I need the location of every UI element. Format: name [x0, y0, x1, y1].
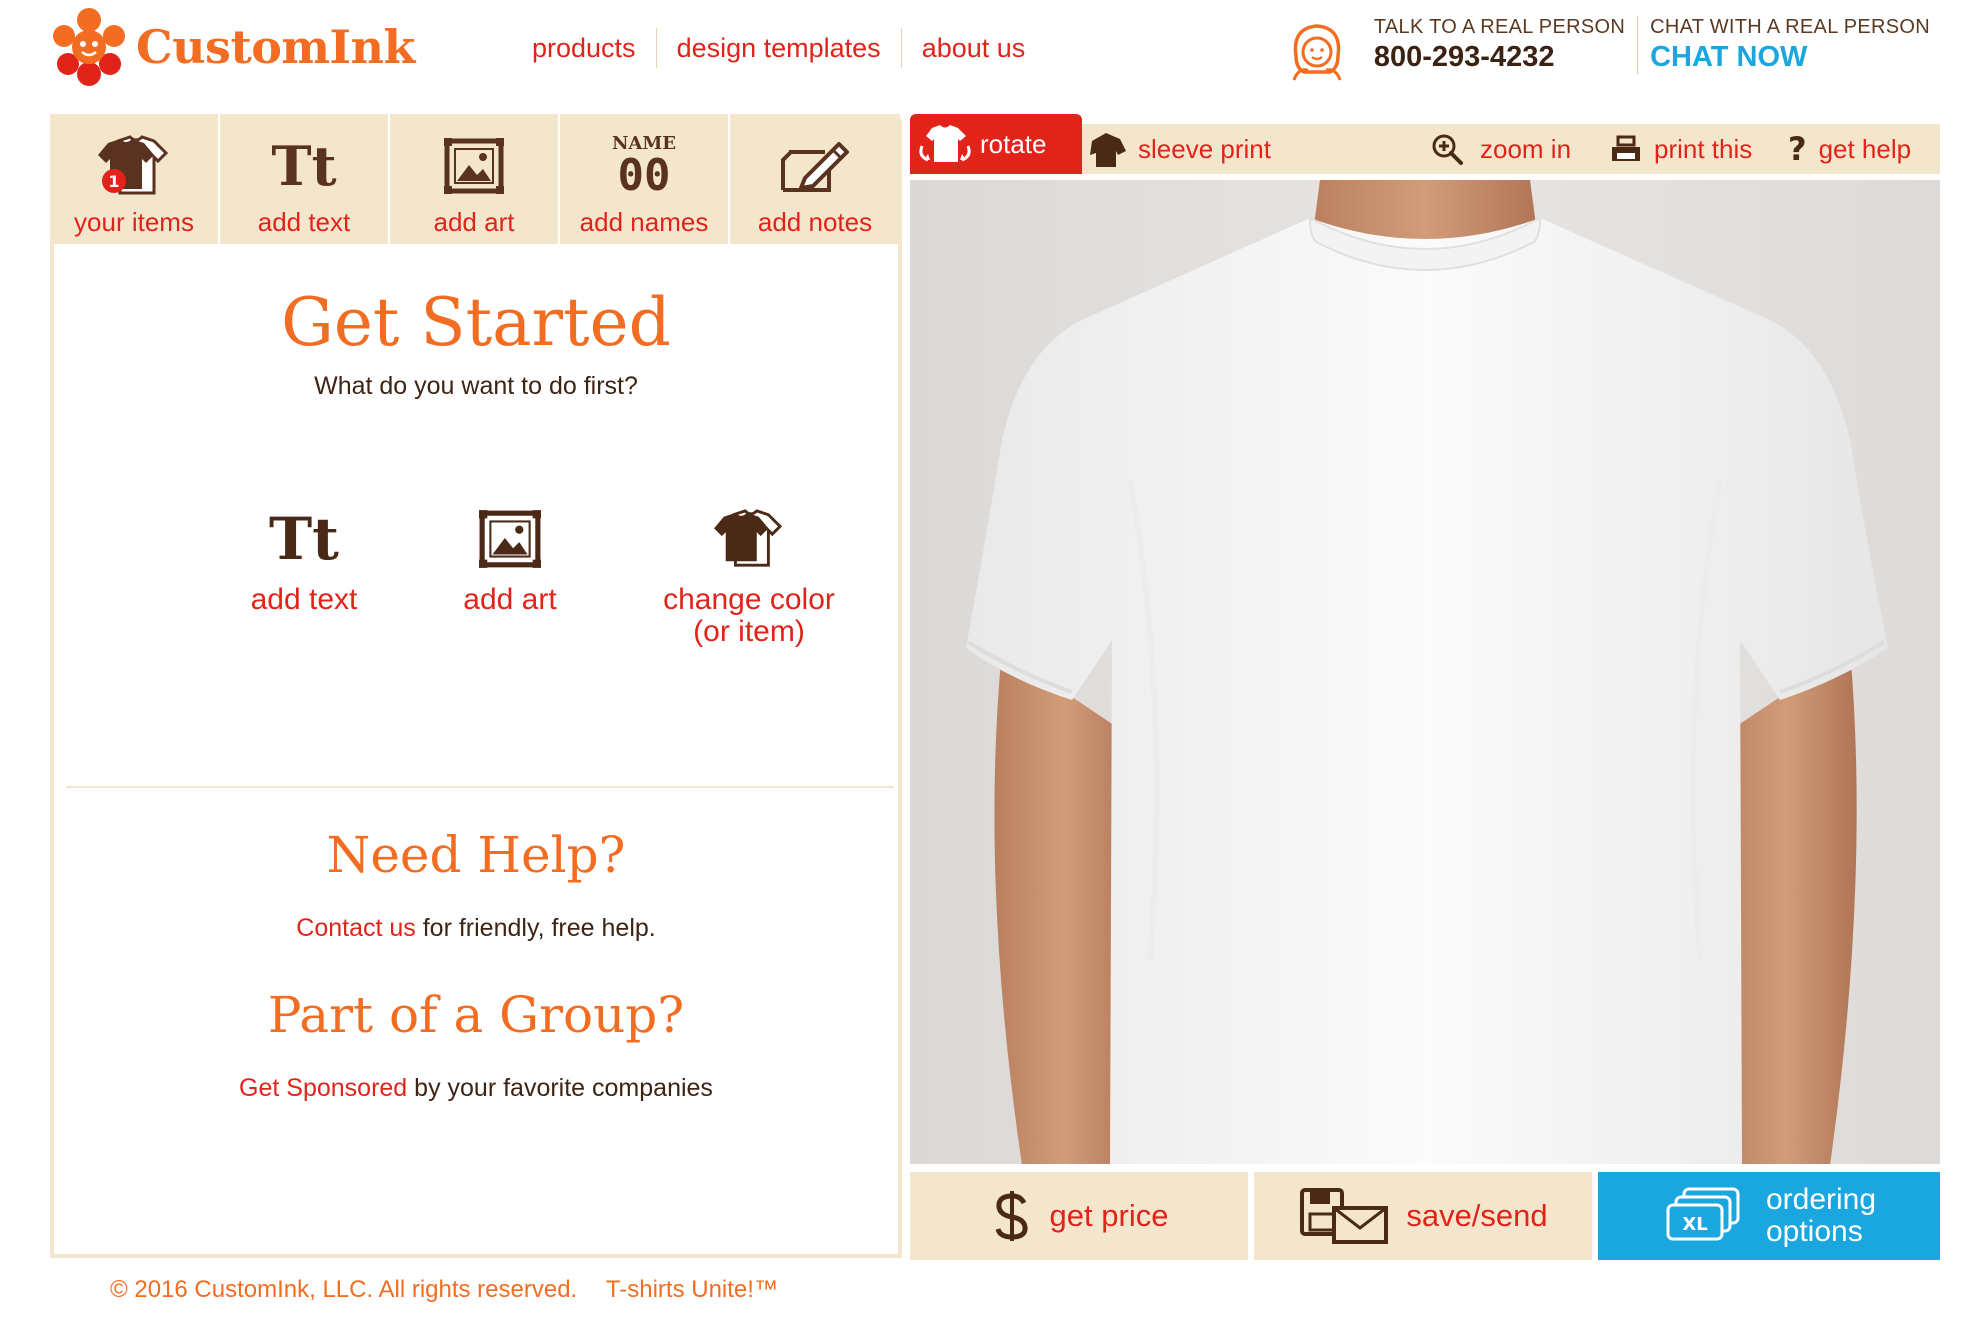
- ordering-options-label: ordering options: [1765, 1183, 1877, 1248]
- question-mark-icon: ?: [1788, 130, 1807, 168]
- your-items-count-badge: 1: [108, 172, 119, 191]
- main-nav: products design templates about us: [520, 28, 1045, 68]
- sleeve-shirt-icon: [1090, 133, 1126, 167]
- get-price-label: get price: [1049, 1198, 1169, 1233]
- picture-frame-icon: [479, 510, 541, 568]
- shirt-stack-icon: [714, 509, 783, 567]
- quick-label-line1: change color: [663, 583, 835, 616]
- tab-label: add notes: [757, 207, 873, 237]
- quick-label-line2: (or item): [693, 615, 805, 648]
- quick-label: add text: [250, 583, 358, 616]
- copyright-text: © 2016 CustomInk, LLC. All rights reserv…: [110, 1276, 578, 1303]
- tagline-text: T-shirts Unite!™: [605, 1276, 778, 1303]
- get-started-title: Get Started: [281, 284, 671, 361]
- customink-logo[interactable]: CustomInk: [48, 6, 415, 88]
- help-description: for friendly, free help.: [422, 914, 656, 942]
- get-help-label: get help: [1818, 133, 1912, 164]
- white-tshirt-model-image: [966, 180, 1888, 1164]
- octopus-logo-icon: [53, 8, 125, 86]
- rotate-button[interactable]: rotate: [910, 114, 1082, 174]
- support-contact: TALK TO A REAL PERSON 800-293-4232 CHAT …: [1286, 16, 1942, 82]
- save-send-button[interactable]: save/send: [1254, 1172, 1592, 1260]
- rotate-label: rotate: [980, 128, 1047, 159]
- get-sponsored-link[interactable]: Get Sponsored: [239, 1074, 407, 1102]
- zoom-in-button[interactable]: zoom in: [1430, 124, 1571, 174]
- tab-add-text[interactable]: Tt add text: [220, 114, 390, 244]
- nav-about-us[interactable]: about us: [900, 28, 1046, 68]
- product-toolbar: rotate sleeve print zoom in print this ?…: [910, 114, 1940, 176]
- get-price-button[interactable]: get price: [910, 1172, 1248, 1260]
- tab-label: add names: [579, 207, 709, 237]
- text-tt-icon: Tt: [269, 505, 339, 573]
- save-send-label: save/send: [1406, 1198, 1548, 1233]
- quick-add-art[interactable]: add art: [390, 502, 630, 616]
- quick-change-color[interactable]: change color (or item): [624, 502, 874, 648]
- tab-add-notes[interactable]: add notes: [730, 114, 900, 244]
- footer: © 2016 CustomInk, LLC. All rights reserv…: [110, 1276, 778, 1304]
- size-tags-icon: XL: [1666, 1187, 1740, 1241]
- zoom-in-label: zoom in: [1480, 133, 1572, 164]
- support-agent-icon: [1292, 24, 1342, 81]
- need-help-text: Contact us for friendly, free help.: [54, 914, 898, 943]
- phone-number[interactable]: 800-293-4232: [1374, 41, 1625, 74]
- printer-icon: [1612, 135, 1640, 161]
- get-help-button[interactable]: ? get help: [1788, 124, 1911, 174]
- get-started-panel: Get Started What do you want to do first…: [54, 244, 898, 1254]
- talk-label: TALK TO A REAL PERSON: [1373, 16, 1626, 38]
- zoom-in-icon: [1432, 134, 1463, 165]
- chat-block: CHAT WITH A REAL PERSON CHAT NOW: [1637, 16, 1942, 74]
- group-title: Part of a Group?: [267, 986, 685, 1044]
- chat-label: CHAT WITH A REAL PERSON: [1650, 16, 1930, 38]
- phone-block: TALK TO A REAL PERSON 800-293-4232: [1362, 16, 1637, 74]
- design-tools-panel: 1 your items Tt add text add art NAME 00…: [50, 114, 902, 1258]
- nav-design-templates[interactable]: design templates: [655, 28, 901, 68]
- rotate-shirt-icon: [919, 125, 971, 162]
- chat-now-link[interactable]: CHAT NOW: [1650, 41, 1930, 74]
- tab-your-items[interactable]: 1 your items: [50, 114, 220, 244]
- group-description: by your favorite companies: [414, 1074, 713, 1102]
- tab-label: add text: [257, 207, 351, 237]
- picture-frame-icon: [444, 138, 504, 194]
- ordering-options-button[interactable]: XL ordering options: [1598, 1172, 1940, 1260]
- sleeve-print-label: sleeve print: [1138, 133, 1271, 164]
- need-help-title: Need Help?: [326, 826, 626, 884]
- quick-label: add art: [463, 583, 557, 616]
- tool-tabs: 1 your items Tt add text add art NAME 00…: [50, 114, 902, 244]
- print-this-button[interactable]: print this: [1608, 124, 1752, 174]
- quick-add-text[interactable]: Tt add text: [184, 502, 424, 616]
- xl-size-badge: XL: [1682, 1214, 1707, 1235]
- tab-add-art[interactable]: add art: [390, 114, 560, 244]
- get-started-subtitle: What do you want to do first?: [314, 372, 638, 400]
- group-text: Get Sponsored by your favorite companies: [54, 1074, 898, 1103]
- sleeve-print-button[interactable]: sleeve print: [1086, 124, 1271, 174]
- tab-label: your items: [74, 207, 194, 237]
- name-number-icon: NAME 00: [611, 133, 677, 201]
- section-divider: [66, 786, 894, 788]
- logo-wordmark: CustomInk: [136, 20, 415, 74]
- tab-label: add art: [433, 207, 515, 237]
- save-envelope-icon: [1300, 1188, 1389, 1244]
- nav-products[interactable]: products: [520, 28, 656, 68]
- shirt-stack-icon: 1: [98, 135, 169, 195]
- print-this-label: print this: [1654, 133, 1753, 164]
- tab-add-names[interactable]: NAME 00 add names: [560, 114, 730, 244]
- contact-us-link[interactable]: Contact us: [296, 914, 416, 942]
- dollar-sign-icon: [995, 1191, 1028, 1241]
- site-header: CustomInk products design templates abou…: [0, 0, 1968, 110]
- text-tt-icon: Tt: [271, 134, 337, 198]
- product-preview-stage[interactable]: [910, 180, 1940, 1164]
- notepad-pencil-icon: [781, 142, 849, 192]
